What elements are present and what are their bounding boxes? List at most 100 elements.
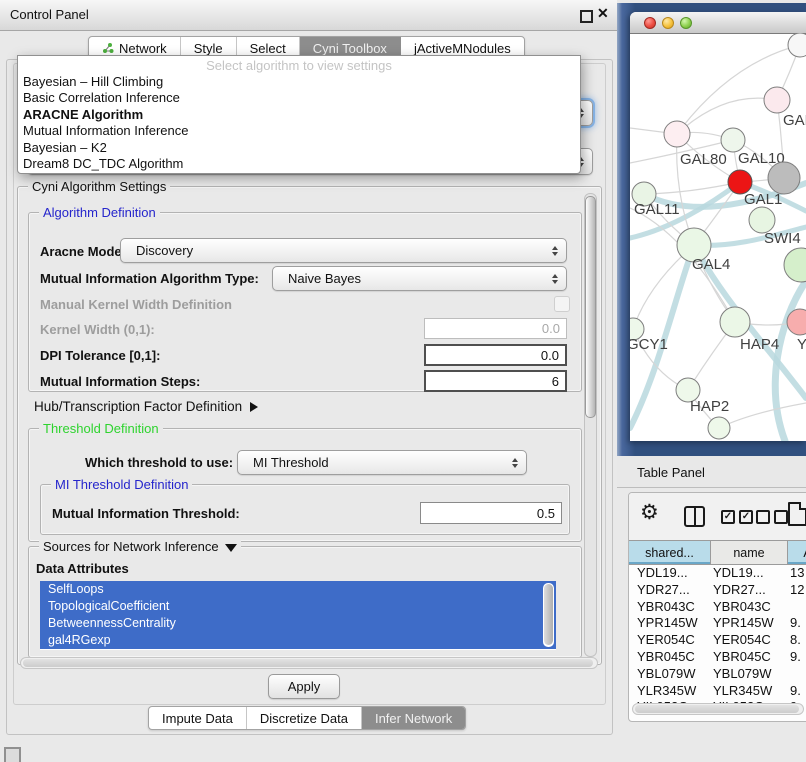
apply-button[interactable]: Apply — [268, 674, 340, 699]
tab-impute-data[interactable]: Impute Data — [149, 707, 247, 729]
control-panel-titlebar: Control Panel ✕ — [0, 0, 617, 31]
table-cell[interactable] — [788, 666, 806, 683]
tab-label: Discretize Data — [260, 711, 348, 726]
table-cell[interactable]: YBR043C — [629, 599, 711, 616]
scrollbar-thumb[interactable] — [544, 584, 553, 645]
columns-icon[interactable] — [684, 506, 705, 527]
table-cell[interactable]: 8. — [788, 632, 806, 649]
table-row[interactable]: YER054CYER054C8. — [629, 632, 806, 649]
table-cell[interactable]: YBR045C — [711, 649, 788, 666]
table-cell[interactable]: 13 — [788, 565, 806, 582]
tab-discretize-data[interactable]: Discretize Data — [247, 707, 362, 729]
control-panel-title: Control Panel — [10, 7, 89, 22]
network-node-unlabeled[interactable] — [784, 248, 806, 282]
attribute-betweennesscentrality[interactable]: BetweennessCentrality — [40, 615, 556, 632]
table-row[interactable]: YDL19...YDL19...13 — [629, 565, 806, 582]
close-panel-icon[interactable]: ✕ — [597, 5, 609, 22]
window-minimize-button[interactable] — [662, 17, 674, 29]
table-row[interactable]: YBR043CYBR043C — [629, 599, 806, 616]
clear-all-checks-icon[interactable] — [756, 510, 788, 524]
window-close-button[interactable] — [644, 17, 656, 29]
table-row[interactable]: YBL079WYBL079W — [629, 666, 806, 683]
algorithm-option-bayesian-hill-climbing[interactable]: Bayesian – Hill Climbing — [18, 74, 580, 90]
tab-label: Network — [119, 41, 167, 56]
gear-icon[interactable]: ⚙ — [640, 500, 659, 525]
window-zoom-button[interactable] — [680, 17, 692, 29]
network-edge[interactable] — [719, 403, 806, 428]
network-node-unlabeled[interactable] — [768, 162, 800, 194]
which-threshold-combobox[interactable]: MI Threshold — [237, 450, 527, 475]
table-cell[interactable]: YER054C — [629, 632, 711, 649]
network-node-hap4[interactable] — [720, 307, 750, 337]
select-all-checks-icon[interactable]: ✓ ✓ — [721, 510, 753, 524]
sources-toggle[interactable]: Sources for Network Inference — [39, 539, 241, 554]
network-edge[interactable] — [775, 281, 806, 441]
network-node-unlabeled[interactable] — [708, 417, 730, 439]
aracne-mode-combobox[interactable]: Discovery — [120, 238, 567, 263]
table-cell[interactable]: YBR043C — [711, 599, 788, 616]
cyni-bottom-tabbar: Impute Data Discretize Data Infer Network — [148, 706, 466, 730]
mit-field[interactable]: 0.5 — [420, 502, 562, 524]
table-cell[interactable]: YDL19... — [711, 565, 788, 582]
table-cell[interactable]: 9. — [788, 615, 806, 632]
data-attributes-list[interactable]: SelfLoopsTopologicalCoefficientBetweenne… — [40, 581, 556, 650]
attributes-scrollbar[interactable] — [543, 583, 554, 647]
mi-threshold-definition-title: MI Threshold Definition — [51, 477, 192, 492]
table-cell[interactable]: YBR045C — [629, 649, 711, 666]
mi-type-combobox[interactable]: Naive Bayes — [272, 266, 567, 291]
scrollbar-thumb[interactable] — [585, 196, 596, 418]
settings-horizontal-scrollbar[interactable] — [20, 657, 598, 669]
algorithm-option-basic-correlation-inference[interactable]: Basic Correlation Inference — [18, 90, 580, 106]
table-cell[interactable]: YPR145W — [629, 615, 711, 632]
network-node-unlabeled[interactable] — [788, 33, 806, 57]
mi-steps-field[interactable]: 6 — [424, 370, 567, 392]
dropdown-prompt: Select algorithm to view settings — [18, 56, 580, 74]
attribute-gal4rgexp[interactable]: gal4RGexp — [40, 632, 556, 649]
attribute-topologicalcoefficient[interactable]: TopologicalCoefficient — [40, 598, 556, 615]
scrollbar-thumb[interactable] — [635, 705, 799, 713]
network-node-gal[interactable] — [764, 87, 790, 113]
scrollbar-thumb[interactable] — [23, 659, 593, 667]
network-window-titlebar[interactable] — [630, 12, 806, 34]
column-header-shared[interactable]: shared... — [629, 541, 711, 564]
settings-vertical-scrollbar[interactable] — [584, 193, 597, 657]
attribute-selfloops[interactable]: SelfLoops — [40, 581, 556, 598]
table-cell[interactable]: YER054C — [711, 632, 788, 649]
table-row[interactable]: YDR27...YDR27...12 — [629, 582, 806, 599]
table-cell[interactable] — [788, 599, 806, 616]
network-canvas[interactable]: GALGAL80GAL10GAL1GAL11SWI4GAL4GCY1HAP4YH… — [630, 33, 806, 441]
table-cell[interactable]: 9. — [788, 649, 806, 666]
mit-label: Mutual Information Threshold: — [52, 506, 240, 521]
tab-infer-network[interactable]: Infer Network — [362, 707, 465, 729]
table-cell[interactable]: 9. — [788, 683, 806, 700]
network-node-gal10[interactable] — [721, 128, 745, 152]
table-cell[interactable]: YBL079W — [629, 666, 711, 683]
table-row[interactable]: YPR145WYPR145W9. — [629, 615, 806, 632]
hub-definition-toggle[interactable]: Hub/Transcription Factor Definition — [34, 399, 258, 414]
algorithm-option-dream8-dc-tdc-algorithm[interactable]: Dream8 DC_TDC Algorithm — [18, 156, 580, 172]
network-node-gal80[interactable] — [664, 121, 690, 147]
table-cell[interactable]: YDR27... — [629, 582, 711, 599]
table-horizontal-scrollbar[interactable] — [632, 703, 804, 715]
column-header-name[interactable]: name — [711, 541, 788, 564]
table-cell[interactable]: YDR27... — [711, 582, 788, 599]
node-label: GAL11 — [634, 201, 680, 218]
float-panel-icon[interactable] — [580, 10, 593, 23]
algorithm-option-bayesian-k2[interactable]: Bayesian – K2 — [18, 140, 580, 156]
algorithm-option-aracne-algorithm[interactable]: ARACNE Algorithm — [18, 107, 580, 123]
column-header-a[interactable]: A — [788, 541, 806, 564]
table-cell[interactable]: YDL19... — [629, 565, 711, 582]
dock-panel-icon[interactable] — [4, 747, 21, 762]
table-cell[interactable]: YLR345W — [711, 683, 788, 700]
algorithm-option-mutual-information-inference[interactable]: Mutual Information Inference — [18, 123, 580, 139]
dpi-tolerance-field[interactable]: 0.0 — [424, 344, 567, 366]
table-cell[interactable]: YLR345W — [629, 683, 711, 700]
network-icon — [102, 42, 114, 54]
table-row[interactable]: YLR345WYLR345W9. — [629, 683, 806, 700]
table-cell[interactable]: YPR145W — [711, 615, 788, 632]
table-cell[interactable]: 12 — [788, 582, 806, 599]
node-label: GAL — [783, 112, 806, 129]
new-table-icon[interactable] — [788, 502, 806, 526]
table-row[interactable]: YBR045CYBR045C9. — [629, 649, 806, 666]
table-cell[interactable]: YBL079W — [711, 666, 788, 683]
